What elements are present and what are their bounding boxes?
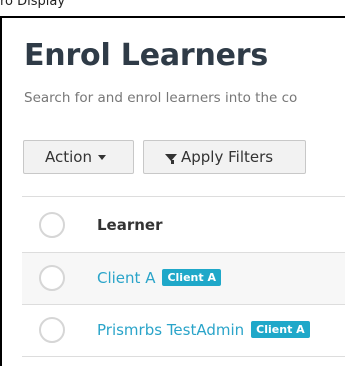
learner-name-link[interactable]: Client A Client A [97,269,221,287]
apply-filters-label: Apply Filters [181,148,274,166]
page-title: Enrol Learners [24,38,269,73]
select-all-checkbox[interactable] [39,212,65,238]
row-select-checkbox[interactable] [39,317,65,343]
page-subtitle: Search for and enrol learners into the c… [24,90,298,106]
table-row: Prismrbs TestAdmin Client A [22,305,345,357]
action-button-label: Action [45,148,92,166]
client-badge: Client A [251,321,310,338]
learner-name-link[interactable]: Prismrbs TestAdmin Client A [97,321,310,339]
partial-display-text: ro Display [0,0,66,9]
table-row: Client A Client A [22,253,345,305]
caret-down-icon [97,154,106,160]
client-badge: Client A [162,269,221,286]
filter-icon-stem [171,160,174,164]
learners-table: Learner Client A Client A Prismrbs TestAd… [22,196,345,357]
learner-name[interactable]: Client A [97,269,155,287]
apply-filters-button[interactable]: Apply Filters [143,140,306,174]
table-header-row: Learner [22,197,345,253]
learner-name[interactable]: Prismrbs TestAdmin [97,321,244,339]
row-select-checkbox[interactable] [39,265,65,291]
action-dropdown-button[interactable]: Action [23,140,134,174]
learner-column-header: Learner [97,216,163,234]
